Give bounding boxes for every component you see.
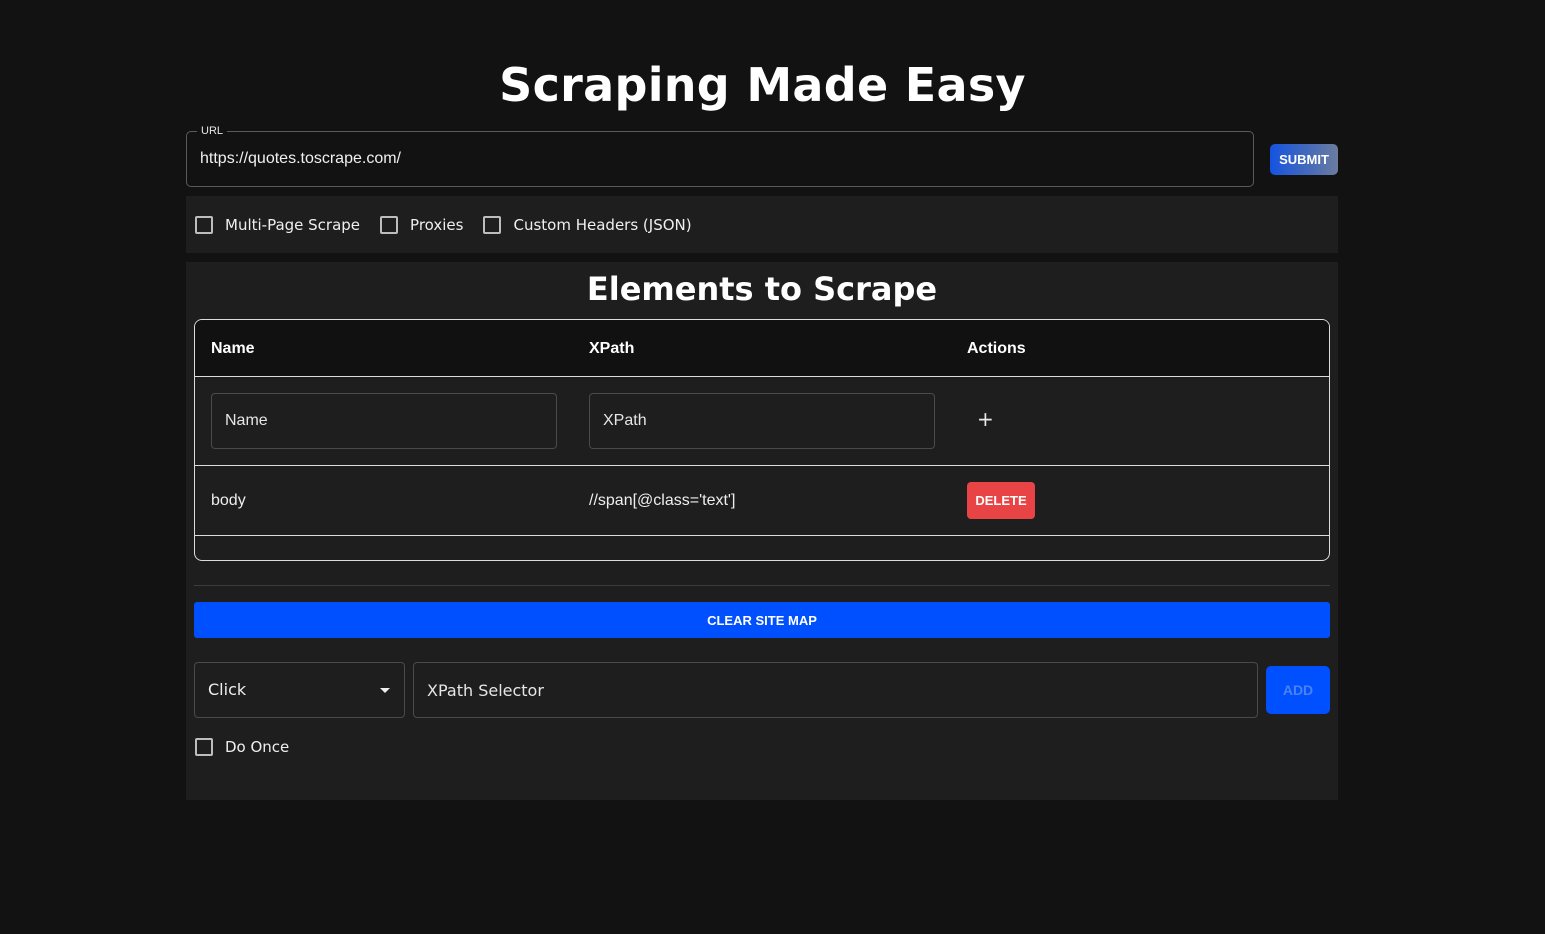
option-label: Multi-Page Scrape: [225, 215, 361, 234]
table-header: Name XPath Actions: [195, 320, 1329, 377]
select-value: Click: [208, 680, 247, 699]
element-name: body: [211, 492, 246, 509]
chevron-down-icon: [380, 688, 390, 693]
option-custom-headers[interactable]: Custom Headers (JSON): [483, 215, 692, 234]
new-element-row: +: [195, 377, 1329, 466]
column-header-name: Name: [211, 340, 255, 357]
submit-button[interactable]: SUBMIT: [1270, 144, 1338, 175]
clear-site-map-button[interactable]: CLEAR SITE MAP: [194, 602, 1330, 638]
new-name-input[interactable]: [211, 393, 557, 449]
column-header-actions: Actions: [967, 340, 1026, 357]
xpath-selector-input[interactable]: [413, 662, 1258, 718]
multi-page-checkbox[interactable]: [195, 215, 213, 234]
do-once-label: Do Once: [225, 738, 290, 756]
element-xpath: //span[@class='text']: [589, 492, 736, 509]
table-row: body //span[@class='text'] DELETE: [195, 466, 1329, 536]
proxies-checkbox[interactable]: [380, 215, 399, 234]
add-element-icon[interactable]: +: [977, 407, 994, 431]
divider: [194, 585, 1330, 586]
custom-headers-checkbox[interactable]: [483, 215, 502, 234]
option-multi-page-scrape[interactable]: Multi-Page Scrape: [195, 215, 361, 234]
do-once-option[interactable]: Do Once: [195, 738, 289, 756]
elements-panel: Elements to Scrape Name XPath Actions + …: [186, 262, 1338, 800]
do-once-checkbox[interactable]: [195, 738, 213, 756]
elements-table: Name XPath Actions + body //span[@class=…: [194, 319, 1330, 561]
column-header-xpath: XPath: [589, 340, 635, 357]
page-title: Scraping Made Easy: [499, 58, 1026, 112]
add-button[interactable]: ADD: [1266, 666, 1330, 714]
delete-button[interactable]: DELETE: [967, 482, 1035, 519]
url-field[interactable]: URL: [186, 124, 1254, 187]
url-input[interactable]: [187, 132, 1253, 186]
scrape-options: Multi-Page Scrape Proxies Custom Headers…: [186, 196, 1338, 253]
action-type-select[interactable]: Click: [194, 662, 405, 718]
option-label: Custom Headers (JSON): [513, 215, 692, 234]
option-proxies[interactable]: Proxies: [380, 215, 464, 234]
new-xpath-input[interactable]: [589, 393, 935, 449]
option-label: Proxies: [410, 215, 464, 234]
elements-title: Elements to Scrape: [586, 270, 938, 308]
